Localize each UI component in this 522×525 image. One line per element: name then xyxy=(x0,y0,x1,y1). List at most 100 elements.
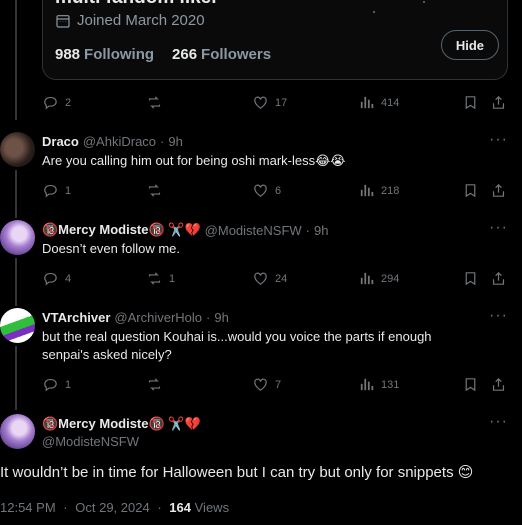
main-tweet-text: It wouldn’t be in time for Halloween but… xyxy=(0,464,474,481)
tweet-date[interactable]: Oct 29, 2024 xyxy=(75,500,149,515)
like-button[interactable]: 6 xyxy=(252,182,281,199)
share-icon xyxy=(492,183,505,197)
user-handle[interactable]: @AhkiDraco xyxy=(83,134,156,149)
following-count: 988 xyxy=(55,46,81,63)
like-button[interactable]: 24 xyxy=(252,270,287,287)
tweet-header: Draco @AhkiDraco · 9h xyxy=(42,134,183,149)
views-icon xyxy=(360,272,374,285)
thread-line xyxy=(15,0,17,120)
share-icon xyxy=(492,271,505,285)
repost-icon xyxy=(148,184,161,197)
views-icon xyxy=(360,184,374,197)
views-button[interactable]: 131 xyxy=(358,376,399,393)
views-count: 294 xyxy=(381,272,400,285)
share-button[interactable] xyxy=(490,376,507,393)
repost-count: 1 xyxy=(169,272,176,285)
tweet-actions: 1 6 218 xyxy=(42,182,514,202)
avatar[interactable] xyxy=(0,220,35,255)
like-count: 6 xyxy=(275,184,282,197)
repost-icon xyxy=(148,378,161,391)
bookmark-icon xyxy=(465,272,476,286)
profile-bio: multi fandom liker xyxy=(55,0,219,9)
more-options-icon[interactable]: ··· xyxy=(489,413,508,431)
tweet-actions: 2 17 414 xyxy=(42,94,514,114)
heart-icon xyxy=(254,184,267,197)
calendar-icon xyxy=(56,14,70,28)
following-stat[interactable]: 988 Following xyxy=(55,46,154,63)
tweet-text: Are you calling him out for being oshi m… xyxy=(42,153,346,168)
views-label: Views xyxy=(194,500,230,515)
display-name[interactable]: VTArchiver xyxy=(42,310,110,325)
followers-stat[interactable]: 266 Followers xyxy=(172,46,271,63)
repost-button[interactable] xyxy=(146,94,169,111)
avatar[interactable] xyxy=(0,414,35,449)
more-options-icon[interactable]: ··· xyxy=(489,131,508,149)
tweet-timestamp[interactable]: 12:54 PM xyxy=(0,500,56,515)
avatar[interactable] xyxy=(0,132,35,167)
like-button[interactable]: 7 xyxy=(252,376,281,393)
followers-label: Followers xyxy=(201,46,272,63)
bookmark-button[interactable] xyxy=(462,376,479,393)
repost-button[interactable] xyxy=(146,376,169,393)
user-handle[interactable]: @ModisteNSFW xyxy=(205,223,302,238)
reply-button[interactable]: 1 xyxy=(42,182,71,199)
thread-line xyxy=(15,258,17,306)
views-icon xyxy=(360,378,374,391)
like-count: 7 xyxy=(275,378,282,391)
bookmark-icon xyxy=(465,378,476,392)
repost-button[interactable]: 1 xyxy=(146,270,175,287)
avatar[interactable] xyxy=(0,308,35,343)
heart-icon xyxy=(254,96,267,109)
display-name[interactable]: 🔞Mercy Modiste🔞 ✂️💔 xyxy=(42,416,201,432)
views-count: 414 xyxy=(381,96,400,109)
tweet-actions: 4 1 24 294 xyxy=(42,270,514,290)
repost-icon xyxy=(148,272,161,285)
display-name[interactable]: Draco xyxy=(42,134,79,149)
tweet-actions: 1 7 131 xyxy=(42,376,514,396)
profile-card[interactable]: multi fandom liker Joined March 2020 988… xyxy=(42,0,508,80)
heart-icon xyxy=(254,272,267,285)
heart-icon xyxy=(254,378,267,391)
repost-button[interactable] xyxy=(146,182,169,199)
profile-joined: Joined March 2020 xyxy=(55,12,205,29)
user-handle[interactable]: @ModisteNSFW xyxy=(42,434,139,449)
views-count: 218 xyxy=(381,184,400,197)
reply-button[interactable]: 4 xyxy=(42,270,71,287)
separator-dot: · xyxy=(157,500,162,515)
more-options-icon[interactable]: ··· xyxy=(489,307,508,325)
like-button[interactable]: 17 xyxy=(252,94,287,111)
views-button[interactable]: 294 xyxy=(358,270,399,287)
reply-button[interactable]: 2 xyxy=(42,94,71,111)
share-button[interactable] xyxy=(490,94,507,111)
main-tweet-meta: 12:54 PM · Oct 29, 2024 · 164 Views xyxy=(0,500,229,515)
views-button[interactable]: 218 xyxy=(358,182,399,199)
more-options-icon[interactable]: ··· xyxy=(489,219,508,237)
reply-icon xyxy=(44,184,57,198)
profile-stats: 988 Following 266 Followers xyxy=(55,46,271,63)
tweet-time[interactable]: 9h xyxy=(168,134,182,149)
followers-count: 266 xyxy=(172,46,198,63)
bookmark-button[interactable] xyxy=(462,94,479,111)
tweet-header: 🔞Mercy Modiste🔞 ✂️💔 @ModisteNSFW · 9h xyxy=(42,222,328,238)
share-button[interactable] xyxy=(490,182,507,199)
tweet-time[interactable]: 9h xyxy=(314,223,328,238)
reply-button[interactable]: 1 xyxy=(42,376,71,393)
main-tweet-handle: @ModisteNSFW xyxy=(42,434,139,449)
reply-count: 2 xyxy=(65,96,72,109)
following-label: Following xyxy=(84,46,155,63)
like-count: 24 xyxy=(275,272,288,285)
views-button[interactable]: 414 xyxy=(358,94,399,111)
user-handle[interactable]: @ArchiverHolo xyxy=(114,310,202,325)
tweet-text: Doesn’t even follow me. xyxy=(42,241,181,256)
display-name[interactable]: 🔞Mercy Modiste🔞 ✂️💔 xyxy=(42,222,201,238)
repost-icon xyxy=(148,96,161,109)
views-total: 164 xyxy=(169,500,191,515)
reply-icon xyxy=(44,378,57,392)
tweet-time[interactable]: 9h xyxy=(214,310,228,325)
bookmark-icon xyxy=(465,96,476,110)
separator-dot: · xyxy=(63,500,68,515)
hide-button[interactable]: Hide xyxy=(440,30,499,60)
share-button[interactable] xyxy=(490,270,507,287)
bookmark-button[interactable] xyxy=(462,182,479,199)
bookmark-button[interactable] xyxy=(462,270,479,287)
